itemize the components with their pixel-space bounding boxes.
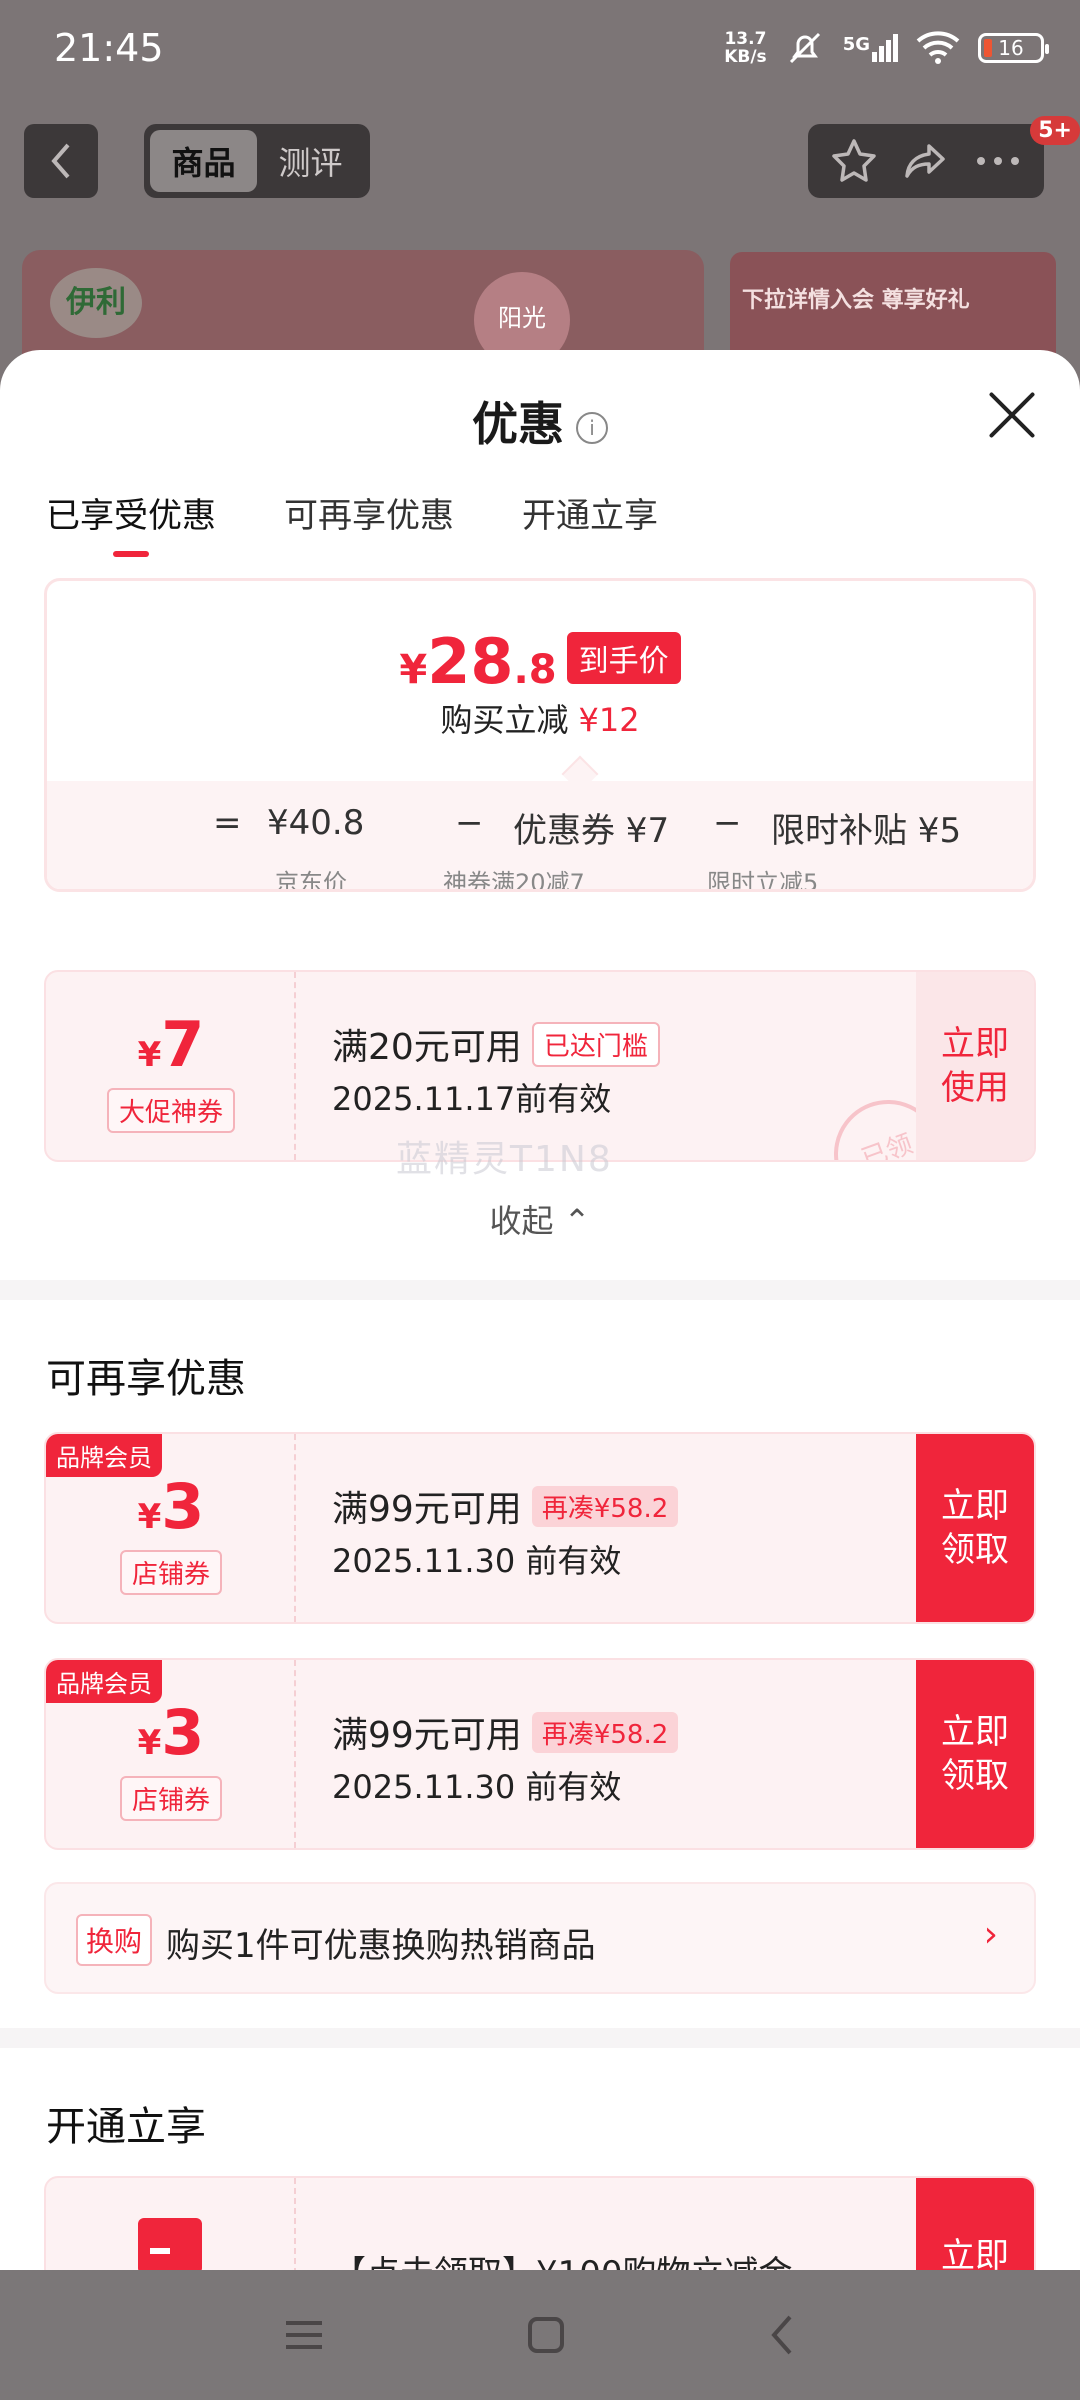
brand-logo: 伊利 — [50, 268, 142, 338]
chevron-left-icon — [51, 143, 70, 179]
threshold-pill: 已达门槛 — [531, 1022, 660, 1067]
status-time: 21:45 — [54, 26, 164, 70]
home-icon[interactable] — [526, 2315, 566, 2355]
claim-button[interactable]: 立即 领取 — [916, 1660, 1034, 1848]
coupon-type: 店铺券 — [119, 1550, 222, 1595]
chevron-right-icon: › — [983, 1914, 998, 1955]
remaining-pill: 再凑¥58.2 — [531, 1712, 679, 1753]
mute-bell-icon — [789, 32, 820, 64]
tab-more[interactable]: 可再享优惠 — [284, 488, 454, 557]
coupon-amount: ¥7 — [137, 1008, 205, 1081]
use-now-button[interactable]: 立即 使用 — [916, 972, 1034, 1160]
section-divider — [0, 1280, 1080, 1300]
back-icon[interactable] — [766, 2313, 798, 2357]
member-offer-text: 【点击领取】¥100购物立减金 — [332, 2246, 793, 2270]
collapse-button[interactable]: 收起 ⌃ — [0, 1196, 1080, 1242]
swap-tag: 换购 — [76, 1914, 153, 1966]
coupon-amount: ¥3 — [137, 1696, 205, 1769]
coupon-type: 店铺券 — [119, 1776, 222, 1821]
price-summary-card: ¥28.8 到手价 购买立减 ¥12 = ¥40.8 − 优惠券 ¥7 − 限时补贴… — [44, 578, 1036, 892]
nav-actions — [808, 124, 1044, 198]
final-price-tag: 到手价 — [566, 632, 681, 684]
coupon-type: 大促神券 — [106, 1088, 235, 1133]
swap-purchase-row[interactable]: 换购 购买1件可优惠换购热销商品 › — [44, 1882, 1036, 1994]
member-offer-card: 【点击领取】¥100购物立减金 立即 — [44, 2176, 1036, 2270]
share-icon[interactable] — [901, 136, 951, 186]
nav-tab-switch: 商品 测评 — [144, 124, 370, 198]
coupon-condition: 满99元可用 再凑¥58.2 — [332, 1480, 679, 1532]
final-price: ¥28.8 到手价 — [47, 625, 1033, 698]
signal-icon: 5G — [843, 34, 898, 62]
swap-text: 购买1件可优惠换购热销商品 — [166, 1926, 596, 1966]
card-icon — [138, 2218, 202, 2270]
coupon-card-store: 品牌会员 ¥3 店铺券 满99元可用 再凑¥58.2 2025.11.30 前有效… — [44, 1658, 1036, 1850]
section-divider — [0, 2028, 1080, 2048]
discount-tabs: 已享受优惠 可再享优惠 开通立享 — [46, 488, 658, 557]
product-nav-bar: 商品 测评 5+ — [0, 116, 1080, 200]
watermark: 蓝精灵T1N8 — [396, 1139, 613, 1180]
coupon-validity: 2025.11.30 前有效 — [332, 1768, 622, 1806]
star-icon[interactable] — [829, 136, 879, 186]
info-icon[interactable]: i — [576, 411, 608, 444]
net-speed: 13.7 KB/s — [724, 29, 767, 67]
section-activate-title: 开通立享 — [46, 2104, 206, 2150]
coupon-card-store: 品牌会员 ¥3 店铺券 满99元可用 再凑¥58.2 2025.11.30 前有效… — [44, 1432, 1036, 1624]
back-button[interactable] — [24, 124, 98, 198]
claim-button[interactable]: 立即 领取 — [916, 1434, 1034, 1622]
menu-icon[interactable] — [282, 2315, 326, 2355]
wifi-icon — [916, 31, 960, 64]
coupon-validity: 2025.11.17前有效 — [332, 1080, 612, 1118]
tab-activate[interactable]: 开通立享 — [522, 488, 658, 557]
claim-member-button[interactable]: 立即 — [916, 2178, 1034, 2270]
tab-product[interactable]: 商品 — [150, 130, 257, 192]
discount-sheet: 优惠 i 已享受优惠 可再享优惠 开通立享 ¥28.8 到手价 购买立减 ¥12 = … — [0, 350, 1080, 2270]
section-more-title: 可再享优惠 — [46, 1356, 246, 1402]
member-banner-text: 下拉详情入会 尊享好礼 — [742, 288, 970, 313]
coupon-validity: 2025.11.30 前有效 — [332, 1542, 622, 1580]
coupon-condition: 满99元可用 再凑¥58.2 — [332, 1706, 679, 1758]
sheet-title: 优惠 i — [0, 388, 1080, 454]
discount-total: 购买立减 ¥12 — [440, 701, 640, 739]
more-icon[interactable] — [973, 151, 1023, 171]
message-badge: 5+ — [1030, 116, 1080, 145]
tab-review[interactable]: 测评 — [257, 130, 364, 192]
remaining-pill: 再凑¥58.2 — [531, 1486, 679, 1527]
coupon-amount: ¥3 — [137, 1470, 205, 1543]
tab-enjoyed[interactable]: 已享受优惠 — [46, 488, 216, 557]
system-nav-bar — [0, 2270, 1080, 2400]
battery-icon: 16 — [978, 33, 1049, 63]
coupon-condition: 满20元可用 已达门槛 — [332, 1018, 660, 1070]
status-bar: 21:45 13.7 KB/s 5G 16 — [0, 0, 1080, 100]
close-button[interactable] — [986, 390, 1036, 440]
